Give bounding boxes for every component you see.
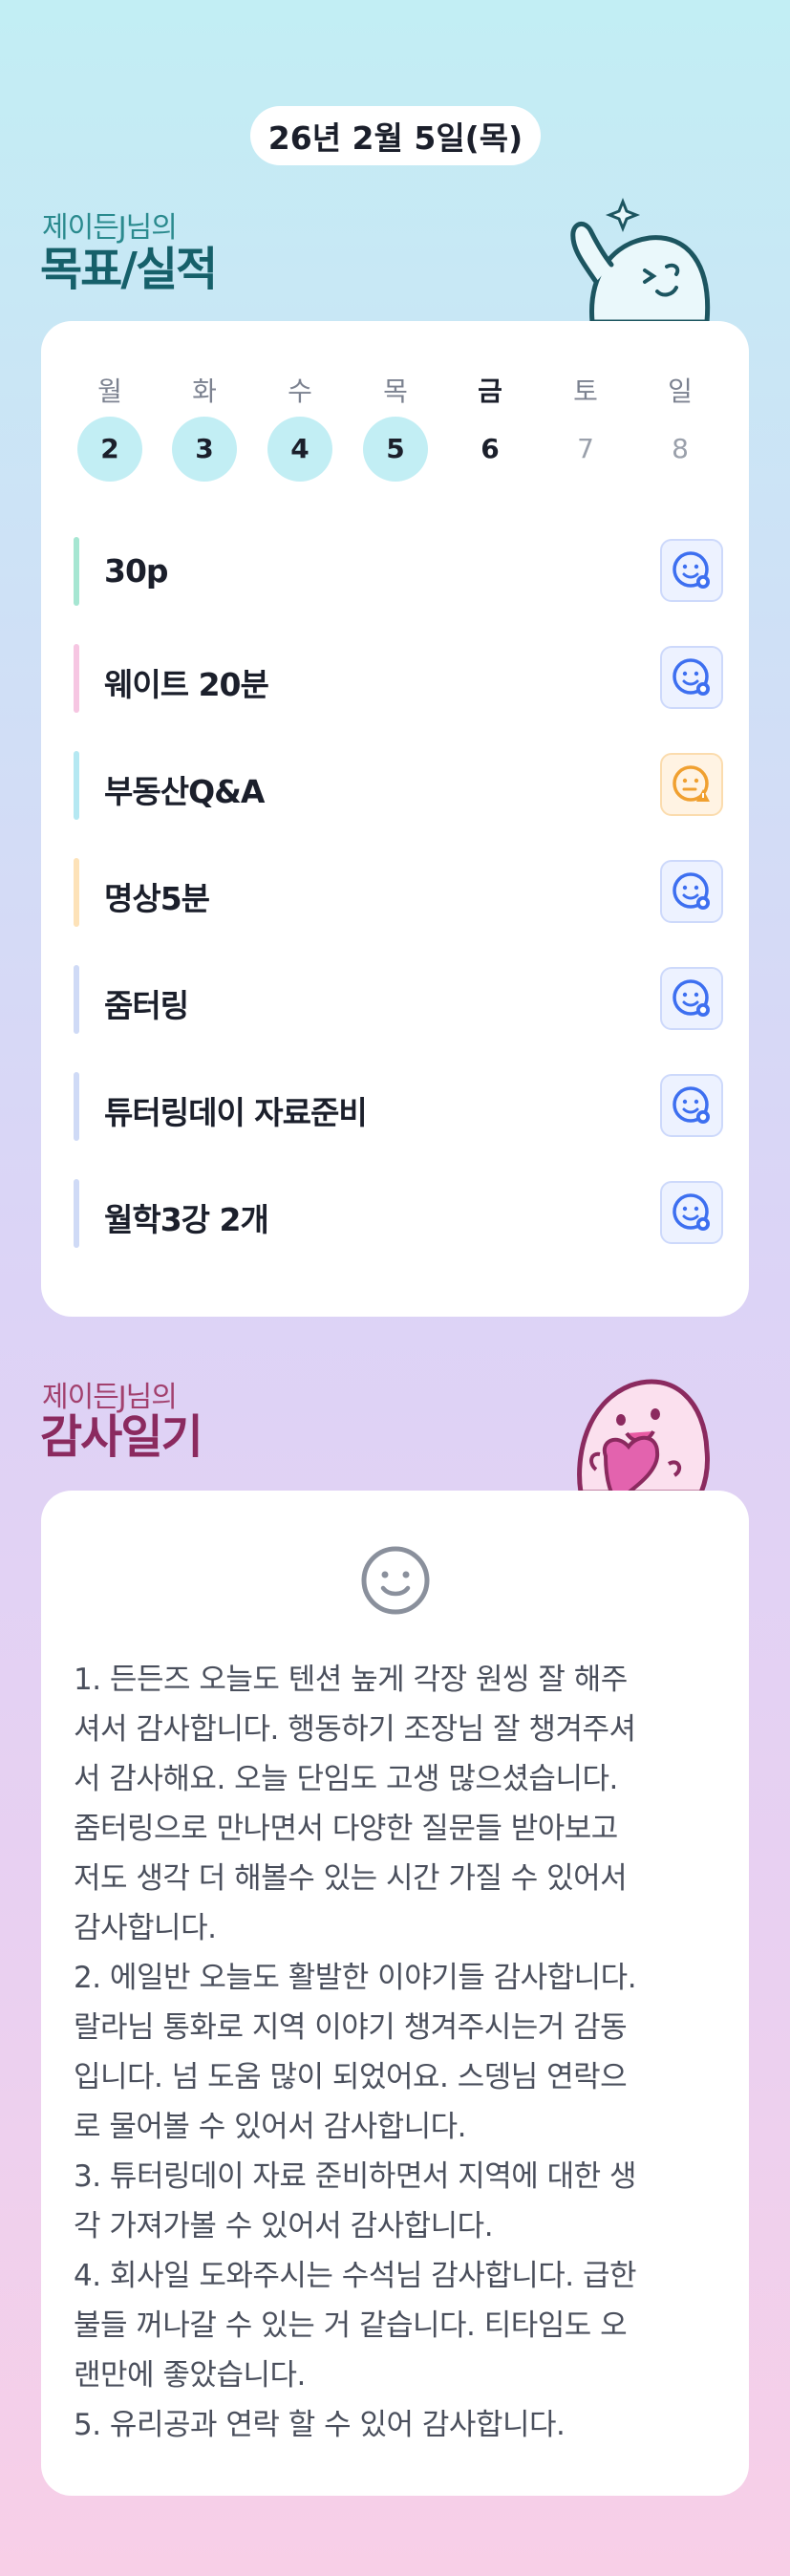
goals-section-title: 목표/실적 xyxy=(40,243,218,296)
day-sun[interactable]: 일8 xyxy=(648,371,713,482)
goal-color-bar xyxy=(74,537,79,606)
goal-color-bar xyxy=(74,965,79,1034)
day-fri[interactable]: 금6 xyxy=(458,371,523,482)
goal-text: 명상5분 xyxy=(104,880,210,917)
goal-color-bar xyxy=(74,751,79,820)
gratitude-section-title: 감사일기 xyxy=(40,1410,203,1464)
day-number: 6 xyxy=(480,433,500,464)
day-number: 5 xyxy=(363,417,428,482)
day-label: 수 xyxy=(288,376,312,407)
status-happy-icon[interactable] xyxy=(660,539,723,602)
goal-color-bar xyxy=(74,1072,79,1141)
status-neutral-warning-icon[interactable] xyxy=(660,753,723,816)
goal-item[interactable]: 명상5분 xyxy=(74,858,723,927)
day-number: 4 xyxy=(267,417,332,482)
gratitude-card: 1. 든든즈 오늘도 텐션 높게 각장 원씽 잘 해주 셔서 감사합니다. 행동… xyxy=(41,1491,749,2496)
status-happy-icon[interactable] xyxy=(660,646,723,709)
goal-item[interactable]: 줌터링 xyxy=(74,965,723,1034)
day-tue[interactable]: 화3 xyxy=(172,371,237,482)
day-label: 일 xyxy=(668,376,693,407)
day-wed[interactable]: 수4 xyxy=(267,371,332,482)
gratitude-journal-text: 1. 든든즈 오늘도 텐션 높게 각장 원씽 잘 해주 셔서 감사합니다. 행동… xyxy=(74,1663,637,2442)
goal-text: 줌터링 xyxy=(104,987,189,1024)
goal-color-bar xyxy=(74,1179,79,1248)
day-mon[interactable]: 월2 xyxy=(77,371,142,482)
goal-item[interactable]: 월학3강 2개 xyxy=(74,1179,723,1248)
day-number: 7 xyxy=(577,433,594,464)
status-happy-icon[interactable] xyxy=(660,860,723,923)
goal-text: 웨이트 20분 xyxy=(104,666,269,703)
week-strip: 월2 화3 수4 목5 금6 토7 일8 xyxy=(77,371,713,485)
day-label: 금 xyxy=(478,376,502,407)
goal-text: 월학3강 2개 xyxy=(104,1201,269,1238)
status-happy-icon[interactable] xyxy=(660,967,723,1030)
goal-color-bar xyxy=(74,644,79,713)
goal-item[interactable]: 부동산Q&A xyxy=(74,751,723,820)
cheer-mascot-icon xyxy=(570,197,711,322)
day-number: 3 xyxy=(172,417,237,482)
day-label: 목 xyxy=(383,376,408,407)
status-happy-icon[interactable] xyxy=(660,1181,723,1244)
goal-color-bar xyxy=(74,858,79,927)
day-label: 토 xyxy=(573,376,598,407)
goal-text: 30p xyxy=(104,552,169,590)
day-number: 8 xyxy=(672,433,689,464)
goal-item[interactable]: 웨이트 20분 xyxy=(74,644,723,713)
smile-icon xyxy=(361,1546,430,1615)
goal-text: 튜터링데이 자료준비 xyxy=(104,1094,368,1131)
goal-item[interactable]: 30p xyxy=(74,537,723,606)
day-label: 화 xyxy=(192,376,217,407)
day-sat[interactable]: 토7 xyxy=(553,371,618,482)
day-label: 월 xyxy=(97,376,122,407)
goal-text: 부동산Q&A xyxy=(104,773,265,810)
day-thu[interactable]: 목5 xyxy=(363,371,428,482)
goals-card: 월2 화3 수4 목5 금6 토7 일8 30p 웨이트 20분 부동산Q&A … xyxy=(41,321,749,1317)
date-pill[interactable]: 26년 2월 5일(목) xyxy=(250,106,541,165)
goal-item[interactable]: 튜터링데이 자료준비 xyxy=(74,1072,723,1141)
day-number: 2 xyxy=(77,417,142,482)
status-happy-icon[interactable] xyxy=(660,1074,723,1137)
heart-mascot-icon xyxy=(577,1379,710,1492)
